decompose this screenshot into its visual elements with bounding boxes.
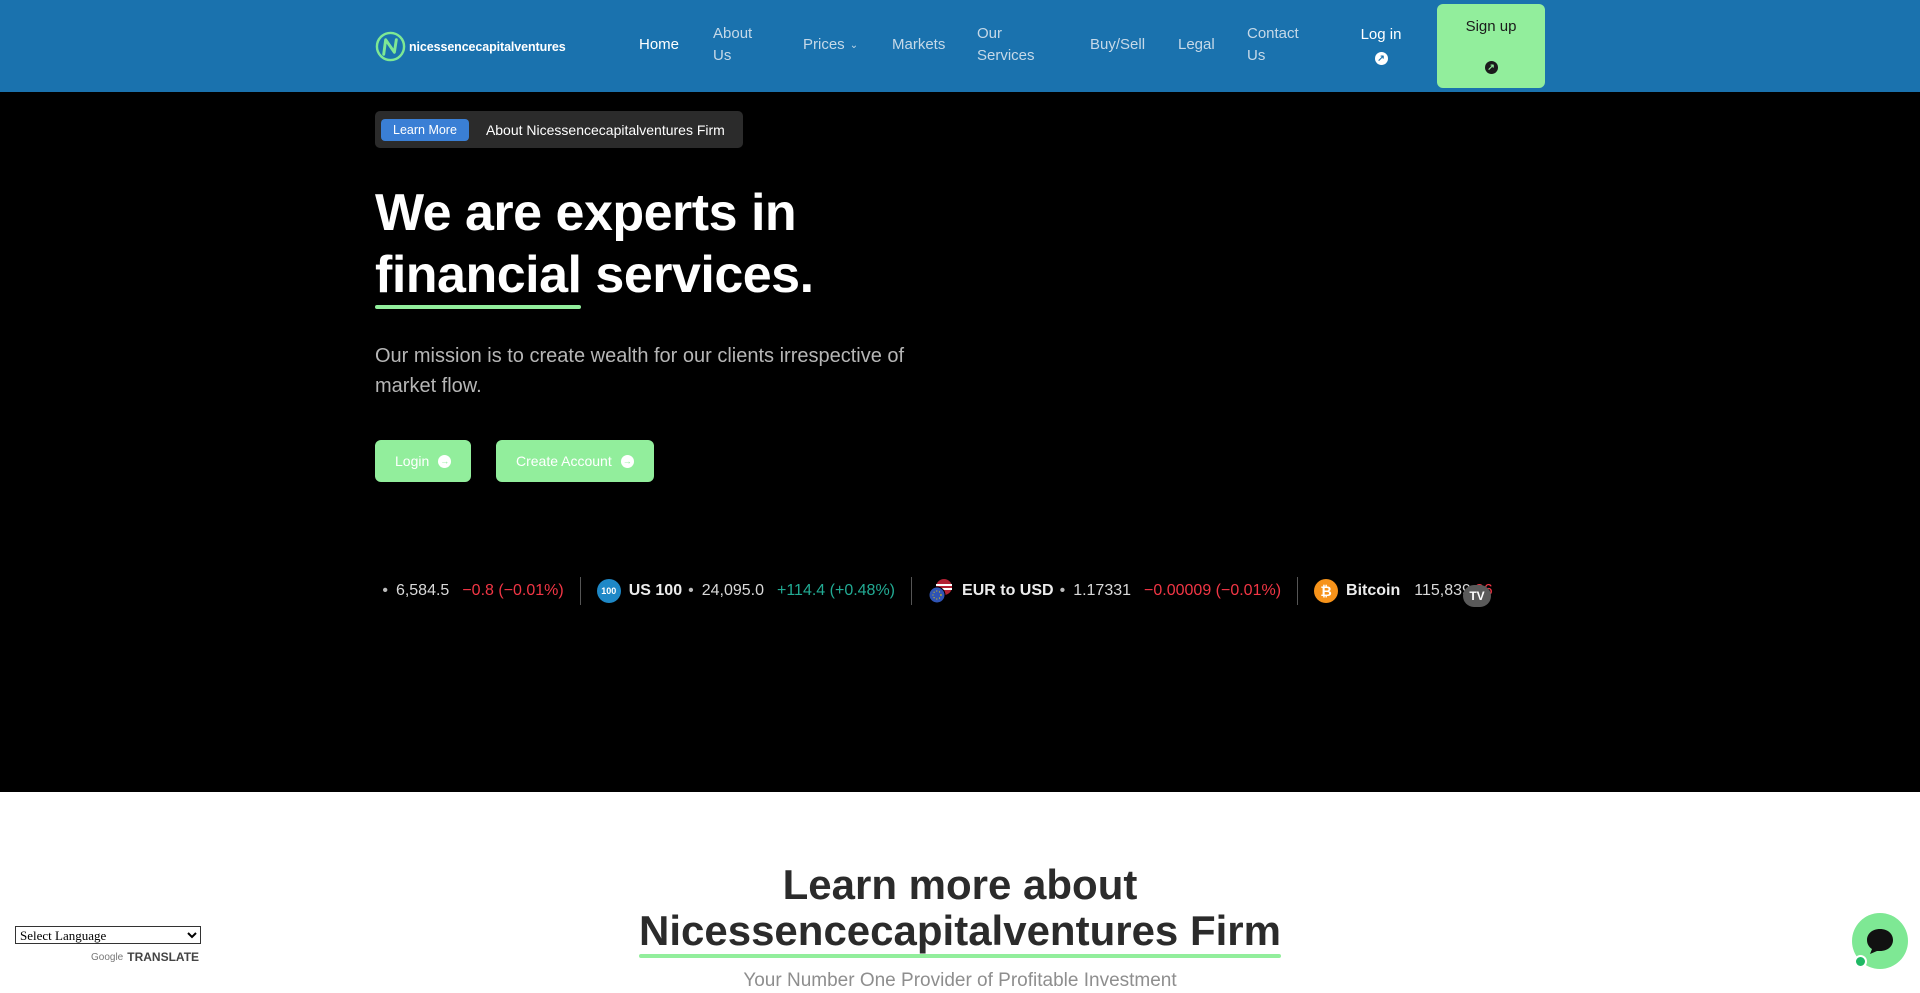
create-account-button[interactable]: Create Account →	[496, 440, 654, 482]
arrow-circle-icon: ↗	[1374, 51, 1388, 65]
ticker-name: US 100	[628, 582, 683, 599]
nav-prices[interactable]: Prices ⌄	[803, 34, 858, 58]
signup-button[interactable]: Sign up ↗	[1437, 4, 1545, 88]
chevron-down-icon: ⌄	[849, 40, 859, 51]
translate-label: TRANSLATE	[127, 950, 200, 964]
logo-mark-icon	[375, 31, 406, 62]
ticker-separator-dot: •	[382, 582, 388, 599]
nav-legal[interactable]: Legal	[1178, 34, 1215, 56]
navbar: nicessencecapitalventures Home About Us …	[0, 0, 1920, 92]
ticker-track: ) • 6,584.5 −0.8 (−0.01%) 100 US 100 • 2…	[375, 576, 1493, 606]
ticker-name: Bitcoin	[1346, 582, 1401, 599]
ticker-name: EUR to USD	[962, 582, 1054, 599]
section-title-line1: Learn more about	[782, 861, 1138, 908]
bitcoin-icon: ₿	[1314, 579, 1339, 603]
language-select[interactable]: Select Language	[15, 926, 201, 944]
hero-login-label: Login	[395, 453, 430, 469]
nav-markets[interactable]: Markets	[892, 34, 945, 56]
ticker-item[interactable]: EUR to USD • 1.17331 −0.00009 (−0.01%)	[928, 576, 1281, 606]
ticker-price: 6,584.5	[395, 582, 450, 599]
ticker-separator-dot: •	[688, 582, 694, 599]
arrow-circle-icon: ↗	[1484, 61, 1498, 74]
hero-login-button[interactable]: Login →	[375, 440, 472, 482]
ticker-item[interactable]: ) • 6,584.5 −0.8 (−0.01%)	[375, 576, 564, 606]
arrow-circle-icon: →	[438, 454, 452, 468]
ticker-change: +114.4 (+0.48%)	[777, 582, 896, 599]
ticker-change: −0.00009 (−0.01%)	[1144, 582, 1282, 599]
google-translate-badge[interactable]: Google TRANSLATE	[91, 950, 199, 964]
online-status-dot	[1854, 955, 1867, 968]
section-title-line2: Nicessencecapitalventures Firm	[639, 907, 1281, 958]
login-link[interactable]: Log in ↗	[1361, 24, 1401, 68]
section-title: Learn more about Nicessencecapitalventur…	[0, 861, 1920, 958]
nav-our-services[interactable]: Our Services	[977, 23, 1035, 67]
nav-home[interactable]: Home	[639, 34, 679, 56]
hero-subtitle: Our mission is to create wealth for our …	[375, 345, 905, 397]
nav-prices-label: Prices	[803, 36, 845, 53]
hero-title-highlight: financial	[375, 246, 582, 309]
badge-text: About Nicessencecapitalventures Firm	[485, 121, 725, 138]
ticker-divider	[579, 577, 581, 605]
ticker-price: 24,095.0	[701, 582, 764, 599]
chat-bubble-icon	[1867, 929, 1893, 954]
arrow-circle-icon: →	[620, 454, 634, 468]
tradingview-logo-icon[interactable]: TV	[1463, 585, 1491, 607]
ticker-divider	[1297, 577, 1299, 605]
learn-more-button[interactable]: Learn More	[381, 118, 469, 141]
us100-icon: 100	[596, 579, 621, 603]
hero-title-line1: We are experts in	[375, 184, 797, 242]
ticker-tape[interactable]: ) • 6,584.5 −0.8 (−0.01%) 100 US 100 • 2…	[375, 576, 1500, 606]
nav-contact-us[interactable]: Contact Us	[1247, 23, 1299, 67]
signup-label: Sign up	[1465, 18, 1517, 35]
hero-title-rest: services.	[581, 246, 814, 304]
google-logo: Google	[91, 951, 124, 963]
nav-about-us[interactable]: About Us	[713, 23, 752, 67]
section-subtitle: Your Number One Provider of Profitable I…	[743, 970, 1177, 991]
ticker-item[interactable]: 100 US 100 • 24,095.0 +114.4 (+0.48%)	[596, 576, 896, 606]
ticker-separator-dot: •	[1059, 582, 1066, 599]
announcement-badge[interactable]: Learn More About Nicessencecapitalventur…	[375, 111, 743, 148]
hero-section: Learn More About Nicessencecapitalventur…	[0, 92, 1920, 792]
login-label: Log in	[1360, 26, 1402, 43]
ticker-change: −0.8 (−0.01%)	[462, 582, 564, 599]
eur-usd-flag-icon	[928, 579, 953, 604]
create-account-label: Create Account	[516, 453, 612, 469]
ticker-divider	[911, 577, 913, 605]
nav-buy-sell[interactable]: Buy/Sell	[1090, 34, 1145, 56]
ticker-price: 1.17331	[1073, 582, 1132, 599]
logo[interactable]: nicessencecapitalventures	[375, 31, 566, 62]
logo-text: nicessencecapitalventures	[409, 39, 566, 54]
hero-title: We are experts in financial services.	[375, 182, 814, 309]
